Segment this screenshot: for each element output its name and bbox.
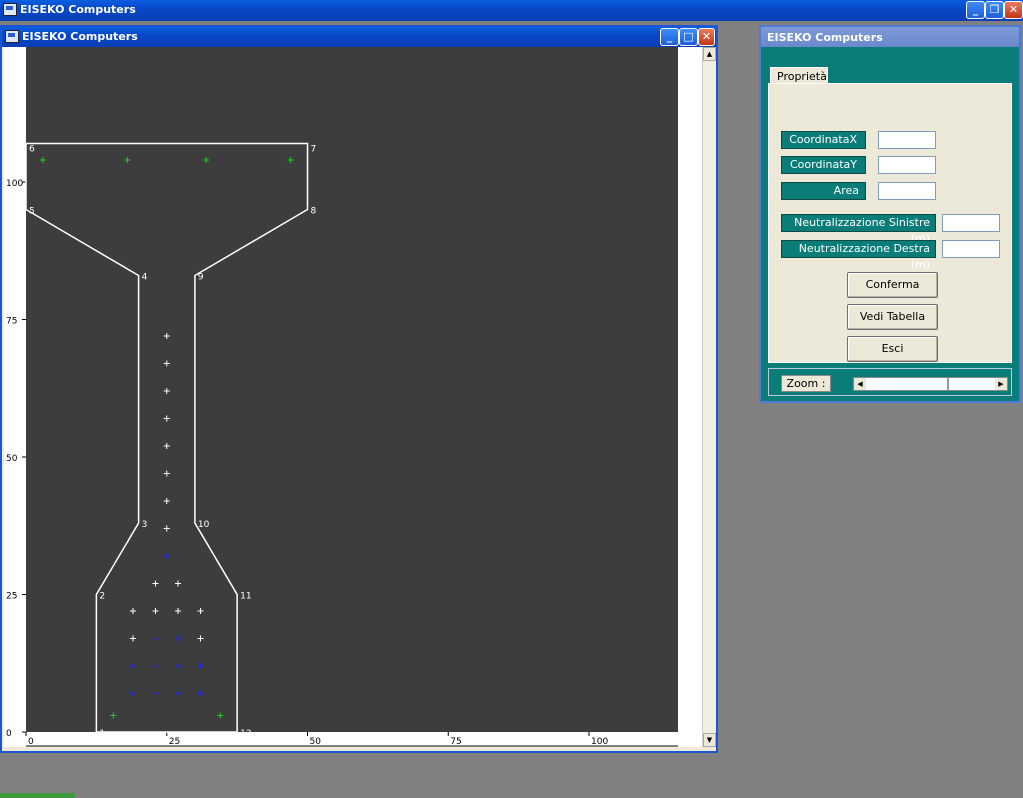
app-title: EISEKO Computers bbox=[20, 3, 136, 16]
vedi-tabella-button[interactable]: Vedi Tabella bbox=[847, 304, 938, 330]
coordinata-x-field[interactable] bbox=[878, 131, 936, 149]
section-canvas[interactable]: 0 25 50 75 100 0 25 50 75 100 1 2 3 4 5 6 7 8 9 10 11 12 bbox=[4, 47, 702, 747]
vertex-label: 7 bbox=[311, 145, 317, 155]
vertex-label: 2 bbox=[99, 592, 105, 602]
properties-window-title-bar[interactable]: EISEKO Computers bbox=[761, 27, 1019, 47]
scroll-up-arrow-icon[interactable]: ▲ bbox=[703, 47, 716, 61]
properties-window-title: EISEKO Computers bbox=[767, 31, 883, 44]
taskbar-edge bbox=[0, 793, 75, 798]
vertex-label: 3 bbox=[142, 520, 148, 530]
conferma-button[interactable]: Conferma bbox=[847, 272, 938, 298]
zoom-button[interactable]: Zoom : bbox=[781, 375, 831, 392]
vertex-label: 10 bbox=[198, 520, 210, 530]
app-icon bbox=[3, 3, 17, 16]
vertical-scrollbar[interactable]: ▲ ▼ bbox=[702, 47, 716, 747]
coordinata-y-label: CoordinataY bbox=[781, 156, 866, 174]
properties-tab-content: CoordinataX CoordinataY Area Neutralizza… bbox=[768, 83, 1012, 363]
neutralizzazione-sinistre-field[interactable] bbox=[942, 214, 1000, 232]
neutralizzazione-destra-field[interactable] bbox=[942, 240, 1000, 258]
neutralizzazione-sinistre-label: Neutralizzazione Sinistre (m) bbox=[781, 214, 936, 245]
window-icon bbox=[5, 30, 19, 43]
vertex-label: 12 bbox=[240, 729, 251, 739]
vertex-label: 4 bbox=[142, 273, 148, 283]
app-title-bar[interactable]: EISEKO Computers _ ❐ ✕ bbox=[0, 0, 1023, 21]
restore-button[interactable]: ❐ bbox=[985, 1, 1004, 19]
area-field[interactable] bbox=[878, 182, 936, 200]
properties-window: EISEKO Computers Proprietà CoordinataX C… bbox=[759, 25, 1021, 403]
area-label: Area bbox=[781, 182, 866, 200]
y-tick-label: 0 bbox=[6, 729, 12, 739]
zoom-slider[interactable]: ◀ ▶ bbox=[853, 377, 1008, 391]
zoom-bar: Zoom : ◀ ▶ bbox=[768, 368, 1012, 396]
neutralizzazione-destra-label: Neutralizzazione Destra (m) bbox=[781, 240, 936, 271]
y-tick-label: 50 bbox=[6, 454, 18, 464]
plot-area bbox=[26, 47, 678, 732]
section-plot[interactable]: 02550751000 25 50 75 100123456 789101112 bbox=[4, 47, 702, 747]
vertex-label: 6 bbox=[29, 145, 35, 155]
child-close-button[interactable]: ✕ bbox=[698, 28, 715, 46]
zoom-right-arrow-icon[interactable]: ▶ bbox=[995, 378, 1007, 390]
close-button[interactable]: ✕ bbox=[1004, 1, 1023, 19]
coordinata-x-label: CoordinataX bbox=[781, 131, 866, 149]
minimize-button[interactable]: _ bbox=[966, 1, 985, 19]
y-tick-label: 25 bbox=[6, 592, 17, 602]
y-tick-label: 75 bbox=[6, 317, 17, 327]
coordinata-y-field[interactable] bbox=[878, 156, 936, 174]
child-minimize-button[interactable]: _ bbox=[660, 28, 679, 46]
vertex-label: 5 bbox=[29, 207, 35, 217]
vertex-label: 9 bbox=[198, 273, 204, 283]
drawing-window-title: EISEKO Computers bbox=[22, 30, 138, 43]
vertex-label: 1 bbox=[99, 729, 105, 739]
drawing-window: EISEKO Computers _ □ ✕ 0 25 50 75 100 0 25 50 75… bbox=[0, 25, 718, 753]
child-maximize-button[interactable]: □ bbox=[679, 28, 698, 46]
zoom-slider-thumb[interactable] bbox=[947, 378, 950, 390]
esci-button[interactable]: Esci bbox=[847, 336, 938, 362]
y-tick-label: 100 bbox=[6, 179, 23, 189]
zoom-left-arrow-icon[interactable]: ◀ bbox=[854, 378, 866, 390]
vertex-label: 11 bbox=[240, 592, 251, 602]
scroll-down-arrow-icon[interactable]: ▼ bbox=[703, 733, 716, 747]
drawing-window-title-bar[interactable]: EISEKO Computers _ □ ✕ bbox=[2, 27, 716, 47]
vertex-label: 8 bbox=[311, 207, 317, 217]
